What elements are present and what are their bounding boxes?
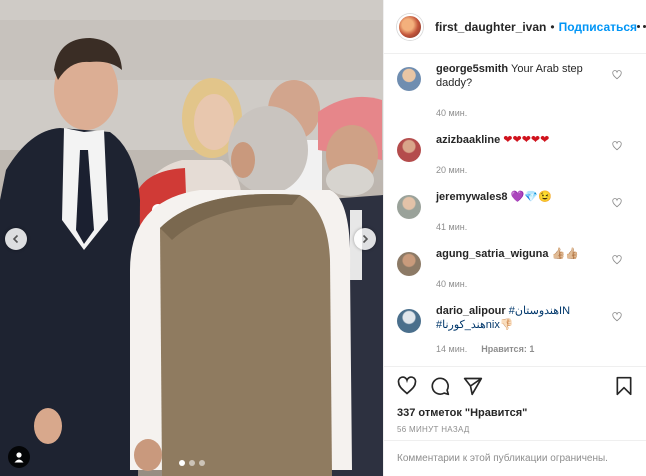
comment-meta: 40 мин. — [436, 108, 616, 118]
commenter-username[interactable]: agung_satria_wiguna — [436, 248, 548, 260]
comment-body: 👍🏼👍🏼 — [551, 248, 579, 260]
author-username[interactable]: first_daughter_ivan — [435, 20, 546, 34]
comment-item: agung_satria_wiguna 👍🏼👍🏼 40 мин. — [384, 246, 646, 289]
comment-text: agung_satria_wiguna 👍🏼👍🏼 — [436, 246, 616, 261]
comment-text: george5smith Your Arab step daddy? — [436, 61, 616, 90]
commenter-avatar[interactable] — [397, 138, 421, 162]
comment-like-icon[interactable] — [612, 70, 622, 80]
post-actions: 337 отметок "Нравится" 56 МИНУТ НАЗАД — [384, 366, 646, 434]
follow-button[interactable]: Подписаться — [559, 20, 637, 34]
comment-text: jeremywales8 💜💎😉 — [436, 189, 616, 204]
post-side-panel: first_daughter_ivan • Подписаться george… — [383, 0, 646, 476]
comment-item: george5smith Your Arab step daddy? 40 ми… — [384, 61, 646, 118]
action-icons — [397, 375, 633, 397]
author-avatar[interactable] — [397, 13, 423, 40]
header-separator: • — [550, 19, 555, 34]
carousel-dot — [188, 460, 195, 466]
commenter-username[interactable]: azizbaakline — [436, 134, 500, 146]
comment-item: dario_alipour #هندوستانIN #هند_کورناnix👎… — [384, 303, 646, 354]
commenter-avatar[interactable] — [397, 195, 421, 219]
share-button[interactable] — [463, 376, 483, 396]
comment-body: 💜💎😉 — [510, 191, 552, 203]
comment-like-icon[interactable] — [612, 198, 622, 208]
carousel-prev-button[interactable] — [5, 228, 27, 250]
bookmark-icon — [616, 376, 632, 396]
like-button[interactable] — [397, 376, 417, 396]
comment-text: azizbaakline ❤❤❤❤❤ — [436, 132, 616, 147]
comment-body: ❤❤❤❤❤ — [503, 134, 550, 146]
likes-count[interactable]: 337 отметок "Нравится" — [397, 407, 633, 419]
save-button[interactable] — [615, 376, 633, 396]
comment-time[interactable]: 40 мин. — [436, 279, 467, 289]
comment-icon — [431, 377, 450, 396]
photo-scene — [0, 0, 383, 476]
chevron-right-icon — [362, 234, 369, 244]
comment-meta: 41 мин. — [436, 222, 616, 232]
comment-item: azizbaakline ❤❤❤❤❤ 20 мин. — [384, 132, 646, 175]
comment-meta: 20 мин. — [436, 165, 616, 175]
comment-hashtag[interactable]: #هندوستان — [509, 305, 559, 317]
commenter-avatar[interactable] — [397, 309, 421, 333]
comment-button[interactable] — [430, 376, 450, 396]
commenter-avatar[interactable] — [397, 67, 421, 91]
comment-time[interactable]: 20 мин. — [436, 165, 467, 175]
post-timestamp[interactable]: 56 МИНУТ НАЗАД — [397, 425, 633, 434]
more-icon[interactable] — [637, 25, 646, 28]
comment-time[interactable]: 40 мин. — [436, 108, 467, 118]
commenter-username[interactable]: jeremywales8 — [436, 191, 508, 203]
share-icon — [463, 377, 483, 396]
carousel-next-button[interactable] — [354, 228, 376, 250]
comment-meta: 40 мин. — [436, 279, 616, 289]
comment-item: jeremywales8 💜💎😉 41 мин. — [384, 189, 646, 232]
comment-time[interactable]: 41 мин. — [436, 222, 467, 232]
commenter-username[interactable]: george5smith — [436, 63, 508, 75]
comment-hashtag-suffix: IN — [559, 305, 571, 317]
comments-limited-notice: Комментарии к этой публикации ограничены… — [384, 440, 646, 476]
chevron-left-icon — [12, 234, 19, 244]
comment-like-icon[interactable] — [612, 255, 622, 265]
comment-likes-count[interactable]: Нравится: 1 — [481, 344, 534, 354]
commenter-username[interactable]: dario_alipour — [436, 305, 506, 317]
comment-hashtag-suffix: nix👎🏻 — [485, 319, 514, 331]
comment-text: dario_alipour #هندوستانIN #هند_کورناnix👎… — [436, 303, 616, 332]
comment-meta: 14 мин. Нравится: 1 — [436, 344, 616, 354]
carousel-dot — [198, 460, 205, 466]
post-photo[interactable] — [0, 0, 383, 476]
carousel-dot — [178, 460, 185, 466]
commenter-avatar[interactable] — [397, 252, 421, 276]
comments-list[interactable]: george5smith Your Arab step daddy? 40 ми… — [384, 55, 646, 367]
comment-like-icon[interactable] — [612, 312, 622, 322]
comment-like-icon[interactable] — [612, 141, 622, 151]
heart-icon — [397, 376, 417, 395]
carousel-indicator — [0, 460, 383, 466]
post-header: first_daughter_ivan • Подписаться — [384, 0, 646, 54]
comment-time[interactable]: 14 мин. — [436, 344, 467, 354]
comment-hashtag[interactable]: #هند_کورنا — [436, 319, 486, 331]
